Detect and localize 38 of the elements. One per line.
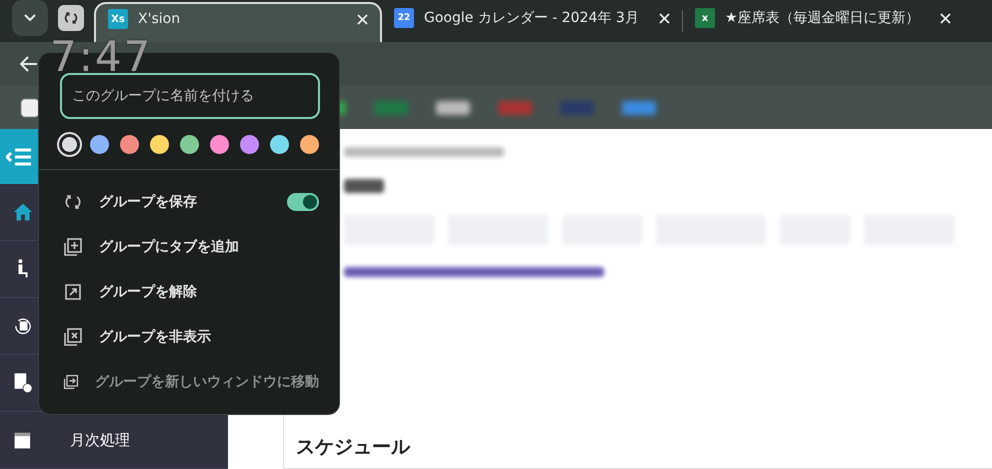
close-icon[interactable] bbox=[357, 14, 368, 24]
back-arrow-icon[interactable] bbox=[20, 56, 38, 72]
group-menu-item[interactable]: グループにタブを追加 bbox=[39, 224, 339, 269]
hide-group-icon bbox=[63, 326, 83, 346]
browser-tab[interactable]: x ★座席表（毎週金曜日に更新） bbox=[683, 2, 963, 42]
add-tab-icon bbox=[63, 236, 83, 256]
color-swatch[interactable] bbox=[240, 135, 259, 154]
collapse-menu-icon[interactable] bbox=[6, 146, 32, 166]
color-swatch[interactable] bbox=[180, 135, 199, 154]
document-clock-icon bbox=[12, 372, 34, 394]
color-swatch[interactable] bbox=[90, 135, 109, 154]
color-swatch[interactable] bbox=[300, 135, 319, 154]
tab-search-button[interactable] bbox=[12, 0, 48, 36]
group-menu-item[interactable]: グループを非表示 bbox=[39, 314, 339, 359]
checkbox-icon bbox=[20, 98, 40, 118]
home-icon bbox=[12, 201, 34, 223]
chevron-down-icon bbox=[24, 14, 36, 22]
color-swatch[interactable] bbox=[270, 135, 289, 154]
color-swatch[interactable] bbox=[150, 135, 169, 154]
close-icon[interactable] bbox=[659, 12, 670, 24]
close-icon[interactable] bbox=[940, 12, 951, 24]
browser-tab[interactable]: Xs X'sion bbox=[94, 2, 382, 42]
color-swatch[interactable] bbox=[60, 135, 79, 154]
group-menu-item[interactable]: グループを解除 bbox=[39, 269, 339, 314]
sidebar-label[interactable]: 月次処理 bbox=[70, 430, 130, 450]
color-swatch[interactable] bbox=[210, 135, 229, 154]
save-group-toggle[interactable] bbox=[287, 192, 319, 210]
group-name-field[interactable]: このグループに名前を付ける bbox=[60, 73, 320, 119]
tab-group-chip[interactable] bbox=[58, 5, 84, 31]
group-menu-item[interactable]: グループを保存 bbox=[39, 179, 339, 224]
spreadsheet-icon: x bbox=[695, 8, 715, 28]
xsion-logo-icon: Xs bbox=[108, 9, 128, 29]
section-title: スケジュール bbox=[284, 424, 992, 469]
ungroup-icon bbox=[63, 282, 83, 302]
browser-tab[interactable]: 22 Google カレンダー - 2024年 3月 bbox=[382, 2, 682, 42]
color-swatch[interactable] bbox=[120, 135, 139, 154]
sync-icon bbox=[63, 10, 79, 26]
calendar-icon: 22 bbox=[394, 8, 414, 28]
